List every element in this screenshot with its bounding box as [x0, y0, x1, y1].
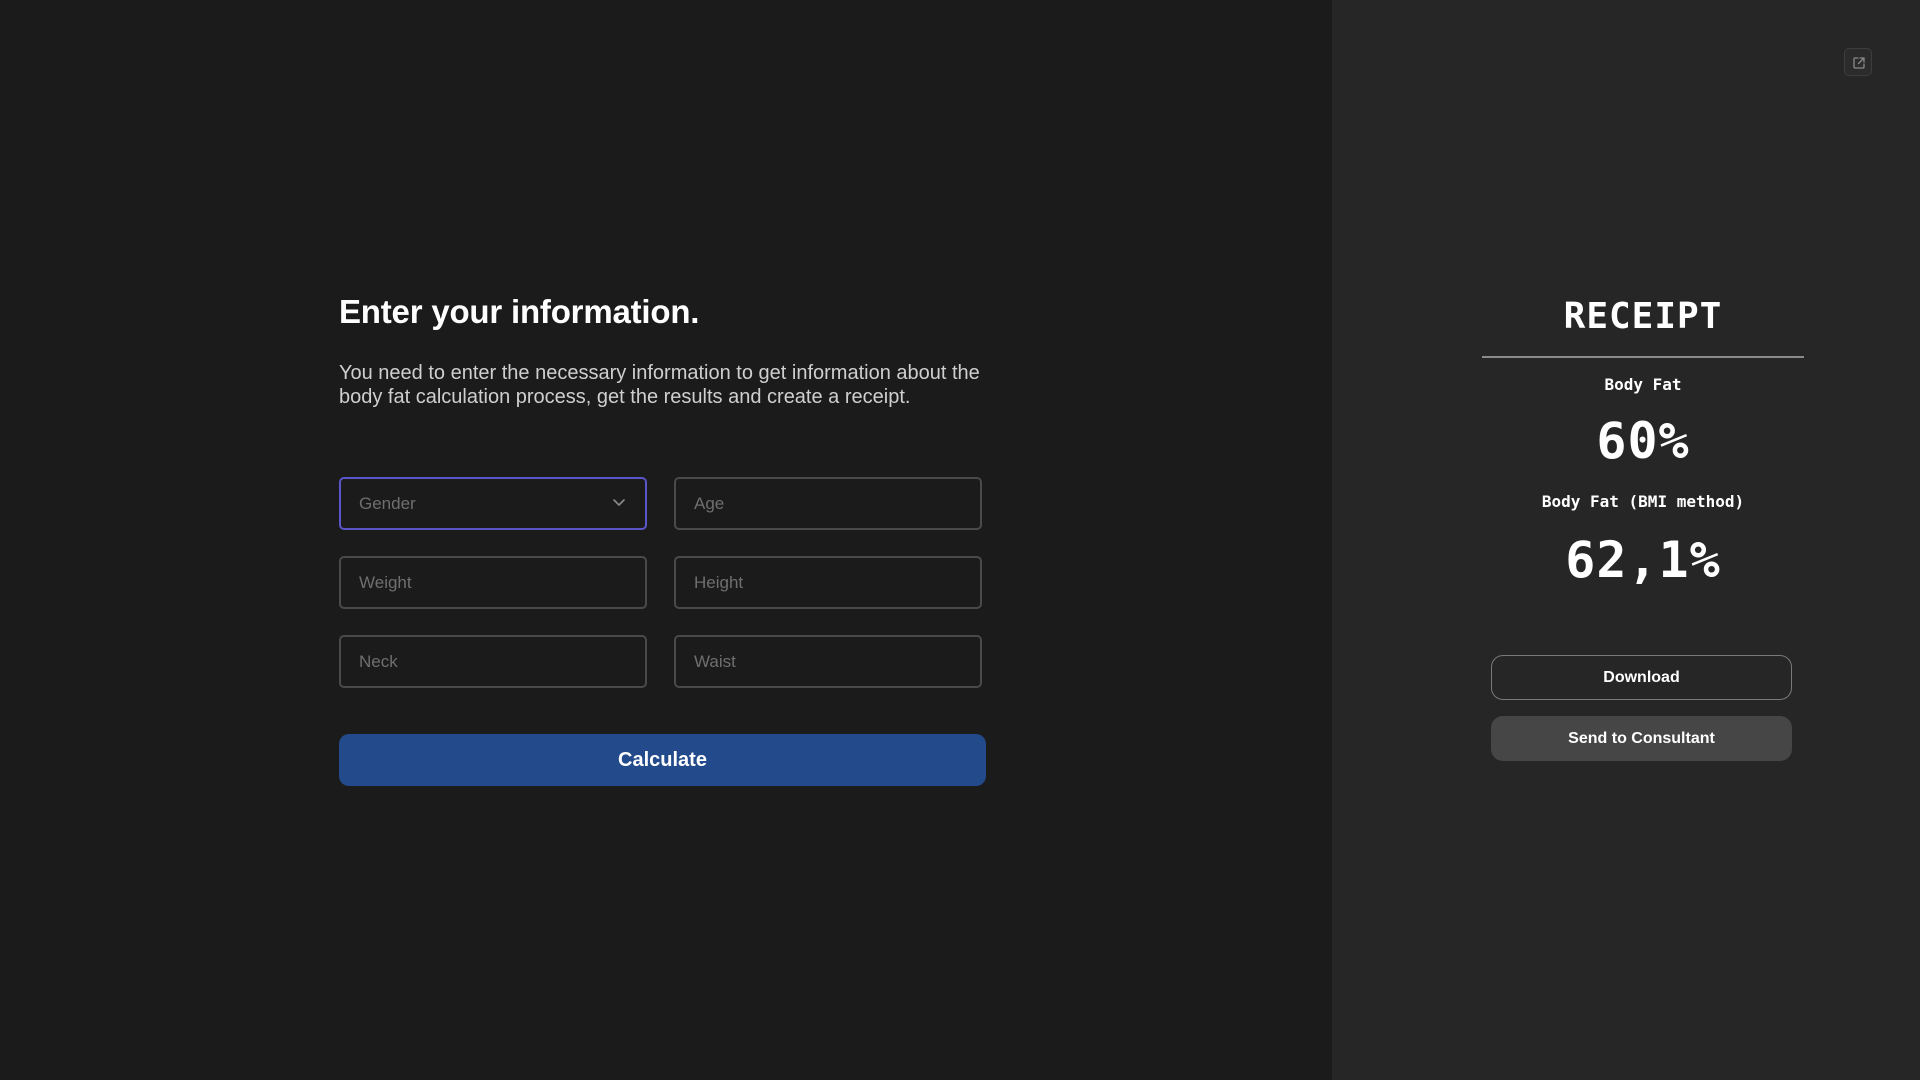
receipt-divider — [1482, 356, 1804, 358]
bmi-body-fat-value: 62,1% — [1565, 531, 1721, 589]
weight-field[interactable] — [341, 558, 645, 607]
form-panel: Enter your information. You need to ente… — [0, 0, 1332, 1080]
body-fat-value: 60% — [1596, 412, 1690, 470]
chevron-down-icon — [613, 499, 625, 506]
height-field[interactable] — [676, 558, 980, 607]
send-to-consultant-button[interactable]: Send to Consultant — [1491, 716, 1792, 761]
bmi-body-fat-label: Body Fat (BMI method) — [1541, 492, 1745, 511]
receipt-actions: Download Send to Consultant — [1491, 655, 1792, 761]
waist-field-wrapper — [674, 635, 982, 688]
receipt-title: RECEIPT — [1563, 296, 1723, 337]
gender-select[interactable]: Gender — [339, 477, 647, 530]
open-external-button[interactable] — [1844, 48, 1872, 76]
download-button[interactable]: Download — [1491, 655, 1792, 700]
receipt-panel: RECEIPT Body Fat 60% Body Fat (BMI metho… — [1332, 0, 1920, 1080]
age-field-wrapper — [674, 477, 982, 530]
age-field[interactable] — [676, 479, 980, 528]
form-container: Enter your information. You need to ente… — [339, 290, 986, 786]
gender-select-placeholder: Gender — [359, 494, 416, 513]
body-fat-label: Body Fat — [1604, 375, 1682, 394]
receipt: RECEIPT Body Fat 60% Body Fat (BMI metho… — [1482, 288, 1804, 591]
height-field-wrapper — [674, 556, 982, 609]
external-link-icon — [1853, 57, 1865, 69]
app-root: Enter your information. You need to ente… — [0, 0, 1920, 1080]
waist-field[interactable] — [676, 637, 980, 686]
calculate-button[interactable]: Calculate — [339, 734, 986, 786]
weight-field-wrapper — [339, 556, 647, 609]
neck-field[interactable] — [341, 637, 645, 686]
form-description: You need to enter the necessary informat… — [339, 362, 980, 408]
neck-field-wrapper — [339, 635, 647, 688]
form-title: Enter your information. — [339, 293, 700, 330]
